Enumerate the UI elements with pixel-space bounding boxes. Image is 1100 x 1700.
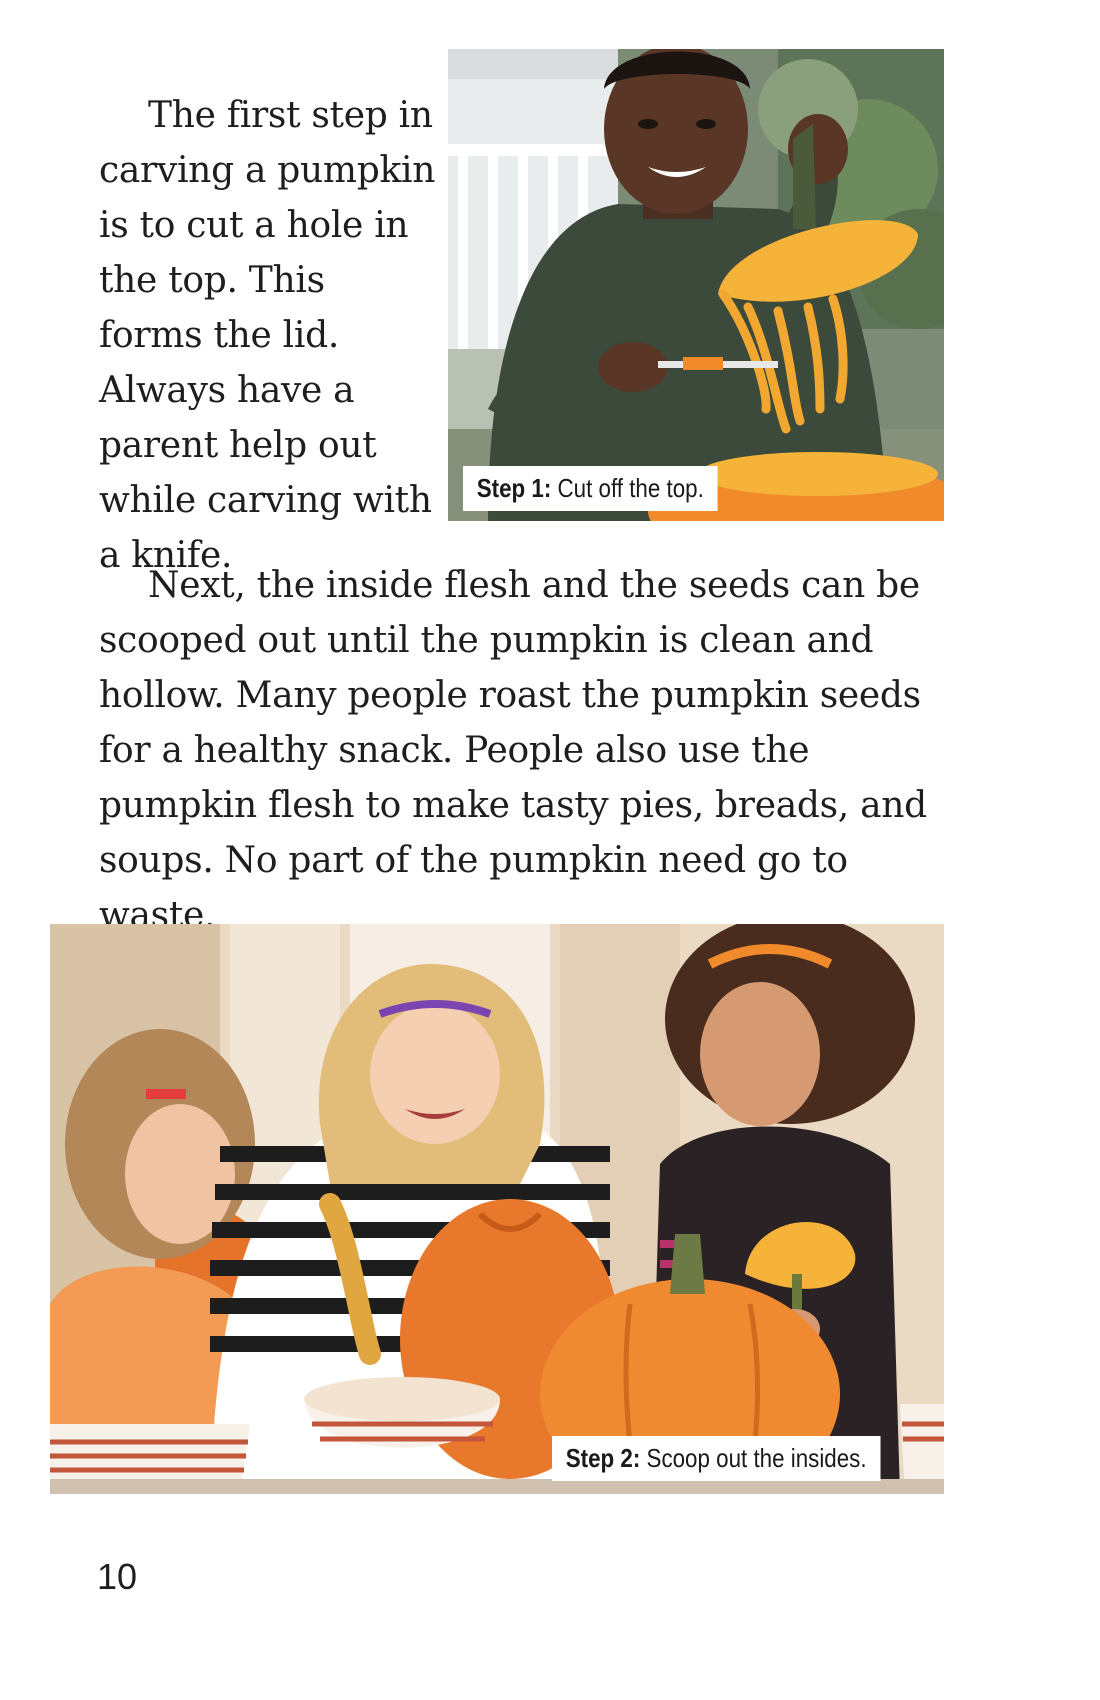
paragraph-step-two-text: Next, the inside flesh and the seeds can… [99,565,927,936]
paragraph-step-one: The first step in carving a pumpkin is t… [99,88,439,583]
caption-step-two-label: Step 2: [565,1443,641,1473]
photo-girls-illustration [50,924,944,1494]
page-number: 10 [97,1556,138,1597]
caption-step-two-text: Scoop out the insides. [646,1443,867,1473]
paragraph-step-two: Next, the inside flesh and the seeds can… [99,558,949,943]
photo-boy-cutting-pumpkin-top: Step 1: Cut off the top. [448,49,944,521]
caption-step-one-label: Step 1: [476,473,552,503]
photo-girls-scooping-pumpkins: Step 2: Scoop out the insides. [50,924,944,1494]
caption-step-one-text: Cut off the top. [557,473,704,503]
paragraph-step-one-text: The first step in carving a pumpkin is t… [99,95,436,576]
photo-caption-step-two: Step 2: Scoop out the insides. [552,1436,881,1481]
photo-caption-step-one: Step 1: Cut off the top. [463,466,718,511]
photo-boy-illustration [448,49,944,521]
